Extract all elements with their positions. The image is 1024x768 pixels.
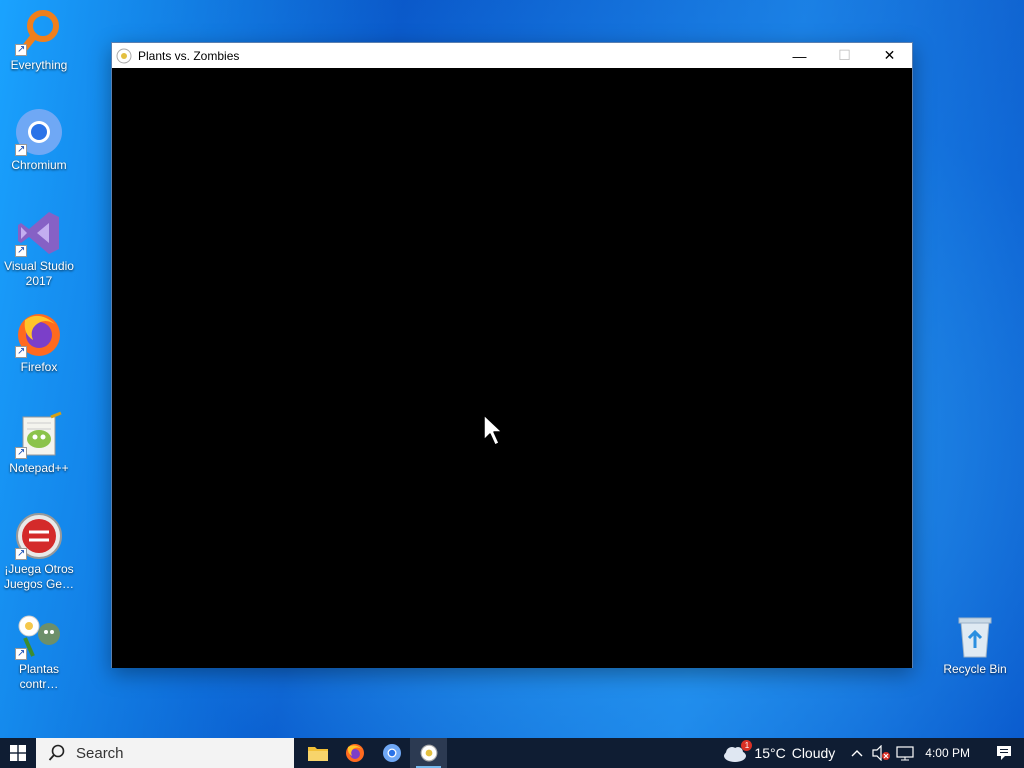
weather-widget[interactable]: 1 15°C Cloudy [712, 740, 845, 763]
weather-condition: Cloudy [791, 745, 836, 761]
minimize-icon: — [792, 47, 807, 64]
desktop-icon-visual-studio[interactable]: Visual Studio 2017 [1, 209, 77, 289]
desktop-icon-label: ¡Juega Otros Juegos Ge… [3, 562, 75, 591]
desktop-icon-label: Firefox [20, 360, 58, 374]
desktop-icon-label: Chromium [11, 158, 67, 172]
desktop-icon-label: Recycle Bin [943, 662, 1007, 676]
app-window: Plants vs. Zombies — ☐ ✕ [111, 42, 913, 668]
notepad-plus-plus-icon [15, 411, 63, 460]
firefox-icon [15, 310, 63, 359]
folder-icon [307, 747, 328, 761]
desktop-icon-everything[interactable]: Everything [1, 8, 77, 73]
chromium-icon [15, 108, 63, 157]
taskbar-pvz[interactable] [410, 738, 447, 768]
system-tray: 1 15°C Cloudy 4:00 PM [712, 738, 1024, 768]
volume-muted-icon[interactable] [869, 738, 893, 768]
mouse-cursor-icon [483, 414, 503, 446]
game-canvas[interactable] [112, 68, 912, 668]
weather-alert-badge: 1 [741, 740, 753, 751]
desktop-icon-label: Visual Studio 2017 [4, 259, 74, 288]
magnifier-icon [15, 8, 63, 57]
notification-icon [997, 746, 1011, 760]
shortcut-arrow-icon [15, 42, 27, 57]
shortcut-arrow-icon [15, 646, 27, 661]
maximize-button[interactable]: ☐ [822, 43, 867, 68]
close-button[interactable]: ✕ [867, 43, 912, 68]
pvz-icon [15, 612, 63, 661]
shortcut-arrow-icon [15, 344, 27, 359]
desktop-icon-firefox[interactable]: Firefox [1, 310, 77, 375]
maximize-icon: ☐ [838, 47, 851, 63]
chromium-icon [382, 744, 401, 762]
cloud-icon: 1 [722, 740, 753, 763]
taskbar: Search 1 15°C Cloudy 4:00 PM [0, 738, 1024, 768]
window-titlebar[interactable]: Plants vs. Zombies — ☐ ✕ [112, 43, 912, 68]
popcap-icon [15, 512, 63, 561]
desktop-icon-recycle-bin[interactable]: Recycle Bin [937, 612, 1013, 677]
shortcut-arrow-icon [15, 243, 27, 258]
show-hidden-icons-chevron-icon[interactable] [845, 738, 869, 768]
pvz-icon [420, 744, 437, 762]
desktop-icon-label: Notepad++ [9, 461, 69, 475]
recycle-bin-icon [951, 612, 999, 660]
search-icon [48, 744, 65, 761]
start-button[interactable] [0, 738, 36, 768]
shortcut-arrow-icon [15, 546, 27, 561]
taskbar-clock[interactable]: 4:00 PM [917, 746, 984, 760]
taskbar-search-box[interactable]: Search [36, 738, 294, 768]
taskbar-firefox[interactable] [336, 738, 373, 768]
desktop-icon-chromium[interactable]: Chromium [1, 108, 77, 173]
taskbar-file-explorer[interactable] [299, 738, 336, 768]
visual-studio-icon [15, 209, 63, 258]
minimize-button[interactable]: — [777, 43, 822, 68]
close-icon: ✕ [883, 47, 896, 63]
action-center-button[interactable] [984, 738, 1024, 768]
desktop-icon-pvz[interactable]: Plantas contr… [1, 612, 77, 692]
window-title: Plants vs. Zombies [138, 48, 240, 63]
weather-temp: 15°C [754, 745, 786, 761]
taskbar-chromium[interactable] [373, 738, 410, 768]
pvz-app-icon [116, 48, 132, 64]
firefox-icon [345, 744, 364, 762]
desktop-icon-notepad-plus-plus[interactable]: Notepad++ [1, 411, 77, 476]
desktop-icon-label: Everything [10, 58, 68, 72]
search-placeholder: Search [76, 744, 124, 762]
desktop-icon-popcap[interactable]: ¡Juega Otros Juegos Ge… [1, 512, 77, 592]
desktop-icon-label: Plantas contr… [18, 662, 60, 691]
network-icon[interactable] [893, 738, 917, 768]
shortcut-arrow-icon [15, 142, 27, 157]
shortcut-arrow-icon [15, 445, 27, 460]
windows-logo-icon [10, 745, 26, 761]
